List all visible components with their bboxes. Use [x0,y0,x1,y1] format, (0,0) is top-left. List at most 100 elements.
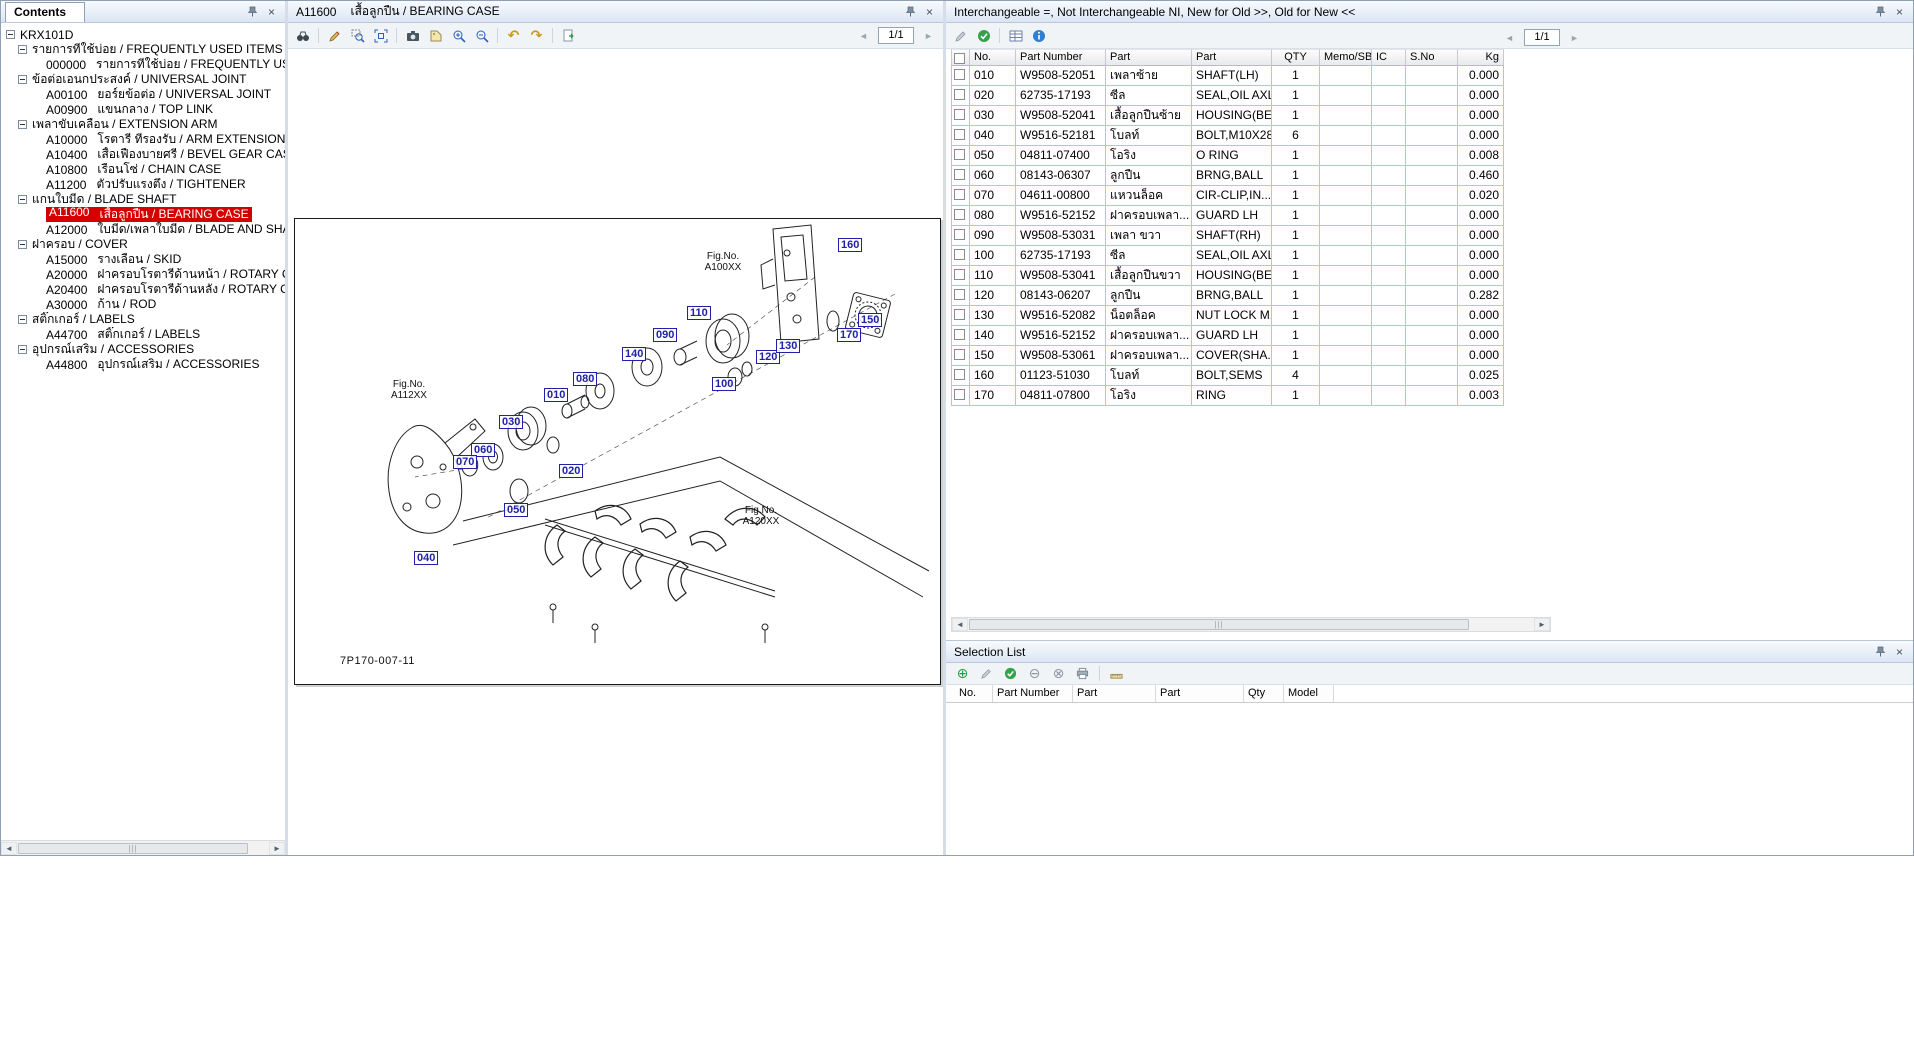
parts-row[interactable]: 020 62735-17193 ซีล SEAL,OIL AXLE 1 0.00… [952,86,1504,106]
row-checkbox[interactable] [954,129,965,140]
row-checkbox[interactable] [954,229,965,240]
tree-item-A15000[interactable]: A15000 รางเลื่อน / SKID [1,252,285,267]
tree-item-A20400[interactable]: A20400 ฝาครอบโรตารี่ด้านหลัง / ROTARY COV… [1,282,285,297]
parts-row[interactable]: 140 W9516-52152 ฝาครอบเพลา... GUARD LH 1… [952,326,1504,346]
info-icon[interactable] [1028,25,1049,46]
callout-070[interactable]: 070 [453,455,478,469]
apply-check-icon[interactable] [973,25,994,46]
close-icon[interactable]: × [922,4,937,19]
callout-020[interactable]: 020 [559,464,584,478]
tree-item-A11600-selected[interactable]: A11600 เสื้อลูกปืน / BEARING CASE [1,207,285,222]
row-checkbox[interactable] [954,149,965,160]
scroll-right-icon[interactable]: ► [269,841,285,855]
contents-horizontal-scrollbar[interactable]: ◄ ||| ► [1,840,285,855]
snapshot-camera-icon[interactable] [402,25,423,46]
select-all-checkbox[interactable] [954,53,965,64]
export-icon[interactable] [558,25,579,46]
zoom-out-icon[interactable] [471,25,492,46]
tree-root[interactable]: KRX101D [1,27,285,42]
pin-icon[interactable] [903,4,918,19]
row-checkbox[interactable] [954,349,965,360]
tree-item-A00900[interactable]: A00900 แขนกลาง / TOP LINK [1,102,285,117]
collapse-icon[interactable] [6,30,15,39]
undo-icon[interactable]: ↶ [503,25,524,46]
collapse-icon[interactable] [18,240,27,249]
parts-row[interactable]: 110 W9508-53041 เสื้อลูกปืนขวา HOUSING(B… [952,266,1504,286]
parts-row[interactable]: 170 04811-07800 โอริง RING 1 0.003 [952,386,1504,406]
row-checkbox[interactable] [954,69,965,80]
tree-group-frequently-used[interactable]: รายการที่ใช้บ่อย / FREQUENTLY USED ITEMS [1,42,285,57]
collapse-icon[interactable] [18,45,27,54]
hotpoint-tag-icon[interactable] [425,25,446,46]
parts-row[interactable]: 060 08143-06307 ลูกปืน BRNG,BALL 1 0.460 [952,166,1504,186]
zoom-in-icon[interactable] [448,25,469,46]
prev-page-icon[interactable]: ◄ [1499,27,1520,48]
row-checkbox[interactable] [954,249,965,260]
tree-item-A10000[interactable]: A10000 โรตารี่ ที่รองรับ / ARM EXTENSION [1,132,285,147]
row-checkbox[interactable] [954,329,965,340]
row-checkbox[interactable] [954,209,965,220]
callout-170[interactable]: 170 [837,328,862,342]
next-page-icon[interactable]: ► [918,25,939,46]
scroll-right-icon[interactable]: ► [1534,618,1550,631]
callout-090[interactable]: 090 [653,328,678,342]
parts-row[interactable]: 080 W9516-52152 ฝาครอบเพลา... GUARD LH 1… [952,206,1504,226]
pin-icon[interactable] [245,4,260,19]
parts-row[interactable]: 090 W9508-53031 เพลา ขวา SHAFT(RH) 1 0.0… [952,226,1504,246]
edit-pencil-icon[interactable] [950,25,971,46]
row-checkbox[interactable] [954,89,965,100]
parts-horizontal-scrollbar[interactable]: ◄ ||| ► [951,617,1551,632]
tree-item-A10400[interactable]: A10400 เสื้อเฟืองบายศรี / BEVEL GEAR CASE [1,147,285,162]
parts-row[interactable]: 160 01123-51030 โบลท์ BOLT,SEMS 4 0.025 [952,366,1504,386]
close-icon[interactable]: × [264,4,279,19]
tree-item-000000[interactable]: 000000 รายการที่ใช้บ่อย / FREQUENTLY USED… [1,57,285,72]
parts-row[interactable]: 030 W9508-52041 เสื้อลูกปืนซ้าย HOUSING(… [952,106,1504,126]
search-binoculars-icon[interactable] [292,25,313,46]
row-checkbox[interactable] [954,269,965,280]
scrollbar-track[interactable]: ||| [968,618,1534,631]
measure-ruler-icon[interactable] [1106,663,1127,684]
tree-item-A30000[interactable]: A30000 ก้าน / ROD [1,297,285,312]
row-checkbox[interactable] [954,309,965,320]
scroll-left-icon[interactable]: ◄ [1,841,17,855]
prev-page-icon[interactable]: ◄ [853,25,874,46]
grid-view-icon[interactable] [1005,25,1026,46]
next-page-icon[interactable]: ► [1564,27,1585,48]
clear-icon[interactable]: ⊗ [1048,663,1069,684]
scroll-left-icon[interactable]: ◄ [952,618,968,631]
callout-040[interactable]: 040 [414,551,439,565]
apply-check-icon[interactable] [1000,663,1021,684]
remove-icon[interactable]: ⊖ [1024,663,1045,684]
row-checkbox[interactable] [954,169,965,180]
row-checkbox[interactable] [954,189,965,200]
tree-group-extension-arm[interactable]: เพลาขับเคลื่อน / EXTENSION ARM [1,117,285,132]
redline-pencil-icon[interactable] [324,25,345,46]
parts-row[interactable]: 100 62735-17193 ซีล SEAL,OIL AXLE 1 0.00… [952,246,1504,266]
callout-010[interactable]: 010 [544,388,569,402]
scrollbar-thumb[interactable]: ||| [969,619,1469,630]
tree-item-A12000[interactable]: A12000 ใบมีด/เพลาใบมีด / BLADE AND SHAFT [1,222,285,237]
diagram-canvas[interactable]: 010 020 030 040 050 060 070 080 090 100 … [288,49,943,855]
tree-item-A20000[interactable]: A20000 ฝาครอบโรตารี่ด้านหน้า / ROTARY COV… [1,267,285,282]
add-icon[interactable]: ⊕ [952,663,973,684]
tree-item-A44800[interactable]: A44800 อุปกรณ์เสริม / ACCESSORIES [1,357,285,372]
collapse-icon[interactable] [18,315,27,324]
pin-icon[interactable] [1873,644,1888,659]
scrollbar-thumb[interactable]: ||| [18,842,248,854]
callout-050[interactable]: 050 [504,503,529,517]
redo-icon[interactable]: ↷ [526,25,547,46]
collapse-icon[interactable] [18,195,27,204]
tree-item-A10800[interactable]: A10800 เรือนโซ่ / CHAIN CASE [1,162,285,177]
close-icon[interactable]: × [1892,644,1907,659]
callout-030[interactable]: 030 [499,415,524,429]
tree-group-labels[interactable]: สติ๊กเกอร์ / LABELS [1,312,285,327]
callout-160[interactable]: 160 [838,238,863,252]
collapse-icon[interactable] [18,345,27,354]
callout-080[interactable]: 080 [573,372,598,386]
callout-110[interactable]: 110 [687,306,711,320]
scrollbar-track[interactable]: ||| [17,842,269,855]
tree-group-accessories[interactable]: อุปกรณ์เสริม / ACCESSORIES [1,342,285,357]
edit-pencil-icon[interactable] [976,663,997,684]
tree-item-A00100[interactable]: A00100 ยอร์ยข้อต่อ / UNIVERSAL JOINT [1,87,285,102]
row-checkbox[interactable] [954,109,965,120]
